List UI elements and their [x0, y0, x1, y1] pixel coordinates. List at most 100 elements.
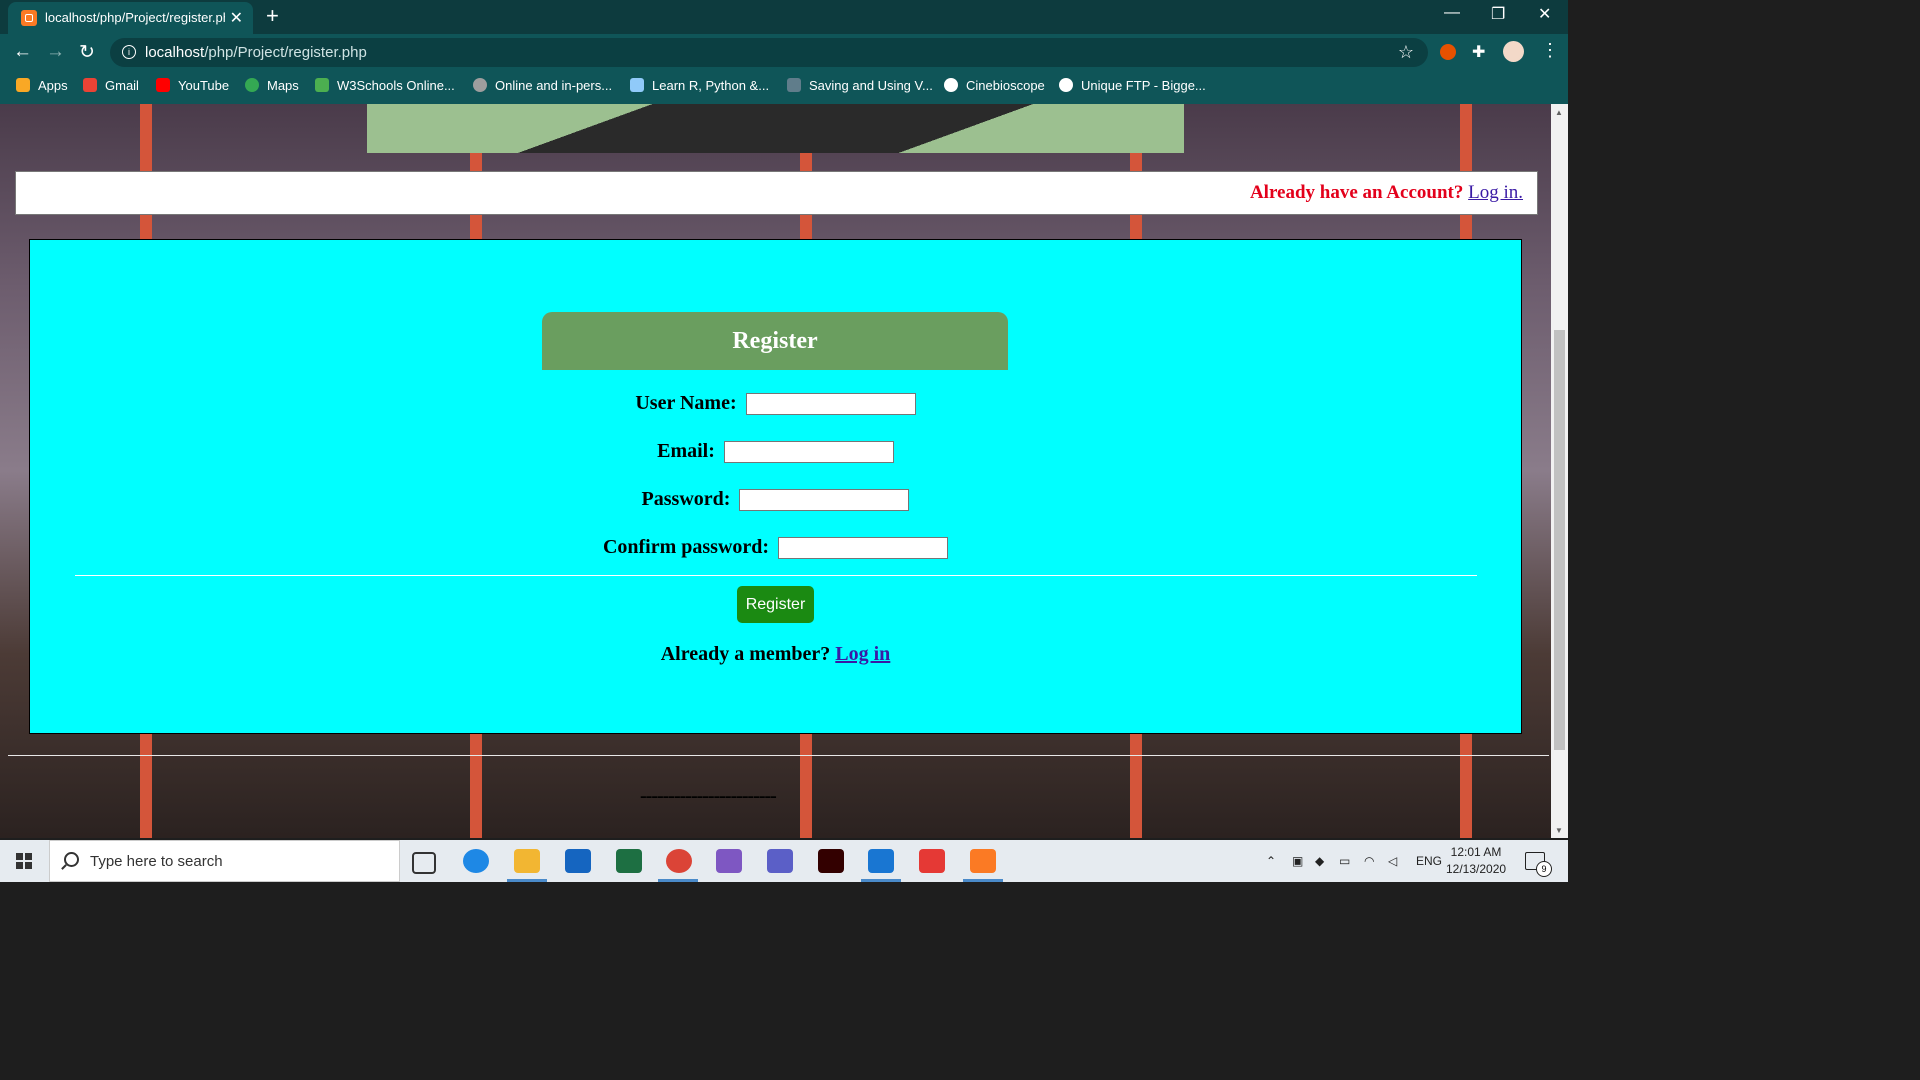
xampp-icon[interactable] — [970, 849, 996, 873]
wifi-icon[interactable]: ◠ — [1364, 854, 1374, 868]
confirm-password-row: Confirm password: — [30, 536, 1521, 560]
bookmark-w3schools[interactable]: W3Schools Online... — [315, 78, 455, 93]
browser-tab[interactable]: localhost/php/Project/register.ph ✕ — [8, 2, 253, 34]
bookmark-learn-r[interactable]: Learn R, Python &... — [630, 78, 769, 93]
file-explorer-icon[interactable] — [514, 849, 540, 873]
banner-image — [367, 104, 1184, 153]
bookmark-gmail[interactable]: Gmail — [83, 78, 139, 93]
teams-icon[interactable] — [767, 849, 793, 873]
forward-icon[interactable]: → — [46, 41, 65, 63]
username-label: User Name: — [635, 392, 737, 414]
password-label: Password: — [641, 488, 731, 510]
dropbox-icon[interactable]: ◆ — [1315, 854, 1324, 868]
volume-icon[interactable]: ◁ — [1388, 854, 1397, 868]
extension-fire-icon[interactable] — [1440, 44, 1456, 60]
winrar-icon[interactable] — [919, 849, 945, 873]
windows-start-icon[interactable] — [16, 853, 32, 869]
register-button[interactable]: Register — [737, 586, 814, 623]
email-input[interactable] — [723, 441, 894, 464]
extensions-puzzle-icon[interactable]: ✚ — [1472, 42, 1488, 61]
bookmark-cinebioscope[interactable]: Cinebioscope — [944, 78, 1045, 93]
new-tab-icon[interactable]: + — [266, 3, 279, 29]
chrome-icon[interactable] — [666, 849, 692, 873]
active-indicator — [963, 879, 1003, 882]
bookmark-youtube[interactable]: YouTube — [156, 78, 229, 93]
scroll-up-icon[interactable]: ▲ — [1555, 108, 1563, 117]
battery-icon[interactable]: ▭ — [1339, 854, 1350, 868]
bookmark-online[interactable]: Online and in-pers... — [473, 78, 612, 93]
restore-icon[interactable]: ❐ — [1491, 4, 1505, 24]
globe-icon — [1059, 78, 1073, 92]
search-icon — [64, 852, 79, 867]
globe-icon — [944, 78, 958, 92]
minimize-icon[interactable]: — — [1444, 4, 1460, 22]
search-placeholder: Type here to search — [90, 853, 223, 870]
email-row: Email: — [30, 440, 1521, 464]
excel-icon[interactable] — [616, 849, 642, 873]
active-indicator — [861, 879, 901, 882]
pen-icon — [787, 78, 801, 92]
taskbar-search[interactable]: Type here to search — [49, 840, 400, 882]
visual-studio-icon[interactable] — [716, 849, 742, 873]
bookmark-apps[interactable]: Apps — [16, 78, 68, 93]
mail-icon[interactable] — [565, 849, 591, 873]
scroll-down-icon[interactable]: ▼ — [1555, 826, 1563, 835]
profile-avatar[interactable] — [1503, 41, 1524, 62]
gmail-icon — [83, 78, 97, 92]
register-header: Register — [542, 312, 1008, 370]
password-row: Password: — [30, 488, 1521, 512]
register-card: Register User Name: Email: Password: Con… — [29, 239, 1522, 734]
device-icon[interactable]: ▣ — [1292, 854, 1303, 868]
page-divider — [8, 755, 1549, 756]
bookmark-saving[interactable]: Saving and Using V... — [787, 78, 933, 93]
confirm-password-label: Confirm password: — [602, 536, 770, 558]
dashes-text: ------------------------ — [640, 785, 777, 807]
notification-count: 9 — [1536, 861, 1552, 877]
back-icon[interactable]: ← — [13, 41, 32, 63]
page-viewport: Already have an Account? Log in. Registe… — [0, 104, 1551, 838]
vscode-icon[interactable] — [868, 849, 894, 873]
bookmarks-bar: Apps Gmail YouTube Maps W3Schools Online… — [0, 71, 1568, 104]
confirm-password-input[interactable] — [778, 537, 949, 560]
close-tab-icon[interactable]: ✕ — [230, 8, 243, 28]
username-input[interactable] — [745, 393, 916, 416]
apps-grid-icon — [16, 78, 30, 92]
clock[interactable]: 12:01 AM 12/13/2020 — [1446, 844, 1506, 878]
edge-icon[interactable] — [463, 849, 489, 873]
form-divider — [75, 575, 1477, 576]
tab-strip: localhost/php/Project/register.ph ✕ + — … — [0, 0, 1568, 34]
member-login-link[interactable]: Log in — [835, 643, 890, 665]
url-text[interactable]: localhost/php/Project/register.php — [145, 44, 367, 61]
task-view-icon[interactable] — [412, 852, 436, 874]
notifications-icon[interactable]: 9 — [1525, 852, 1552, 877]
active-indicator — [658, 879, 698, 882]
bookmark-star-icon[interactable]: ☆ — [1398, 42, 1414, 63]
already-member-text: Already a member? Log in — [660, 643, 891, 665]
account-bar: Already have an Account? Log in. — [15, 171, 1538, 215]
reload-icon[interactable]: ↻ — [79, 41, 95, 64]
address-bar[interactable]: i localhost/php/Project/register.php ☆ — [110, 38, 1428, 67]
illustrator-icon[interactable] — [818, 849, 844, 873]
xampp-favicon-icon — [21, 10, 37, 26]
youtube-icon — [156, 78, 170, 92]
bookmark-unique-ftp[interactable]: Unique FTP - Bigge... — [1059, 78, 1206, 93]
window-close-icon[interactable]: ✕ — [1538, 4, 1551, 24]
browser-toolbar: ← → ↻ i localhost/php/Project/register.p… — [0, 34, 1568, 71]
already-account-text: Already have an Account? Log in. — [1249, 182, 1523, 203]
shield-icon — [630, 78, 644, 92]
language-indicator[interactable]: ENG — [1416, 854, 1442, 868]
login-link[interactable]: Log in. — [1468, 182, 1523, 203]
password-input[interactable] — [739, 489, 910, 512]
site-info-icon[interactable]: i — [122, 45, 136, 59]
maps-pin-icon — [245, 78, 259, 92]
bookmark-maps[interactable]: Maps — [245, 78, 299, 93]
email-label: Email: — [657, 440, 715, 462]
loader-icon — [473, 78, 487, 92]
w3schools-icon — [315, 78, 329, 92]
tab-title: localhost/php/Project/register.ph — [45, 10, 225, 25]
vertical-scrollbar[interactable]: ▲ ▼ — [1551, 104, 1568, 838]
windows-taskbar: Type here to search ⌃ ▣ ◆ ▭ ◠ ◁ ENG 12:0… — [0, 840, 1568, 882]
scrollbar-thumb[interactable] — [1554, 330, 1565, 750]
menu-dots-icon[interactable]: ⋮ — [1541, 40, 1559, 60]
show-hidden-icons-icon[interactable]: ⌃ — [1266, 854, 1276, 868]
